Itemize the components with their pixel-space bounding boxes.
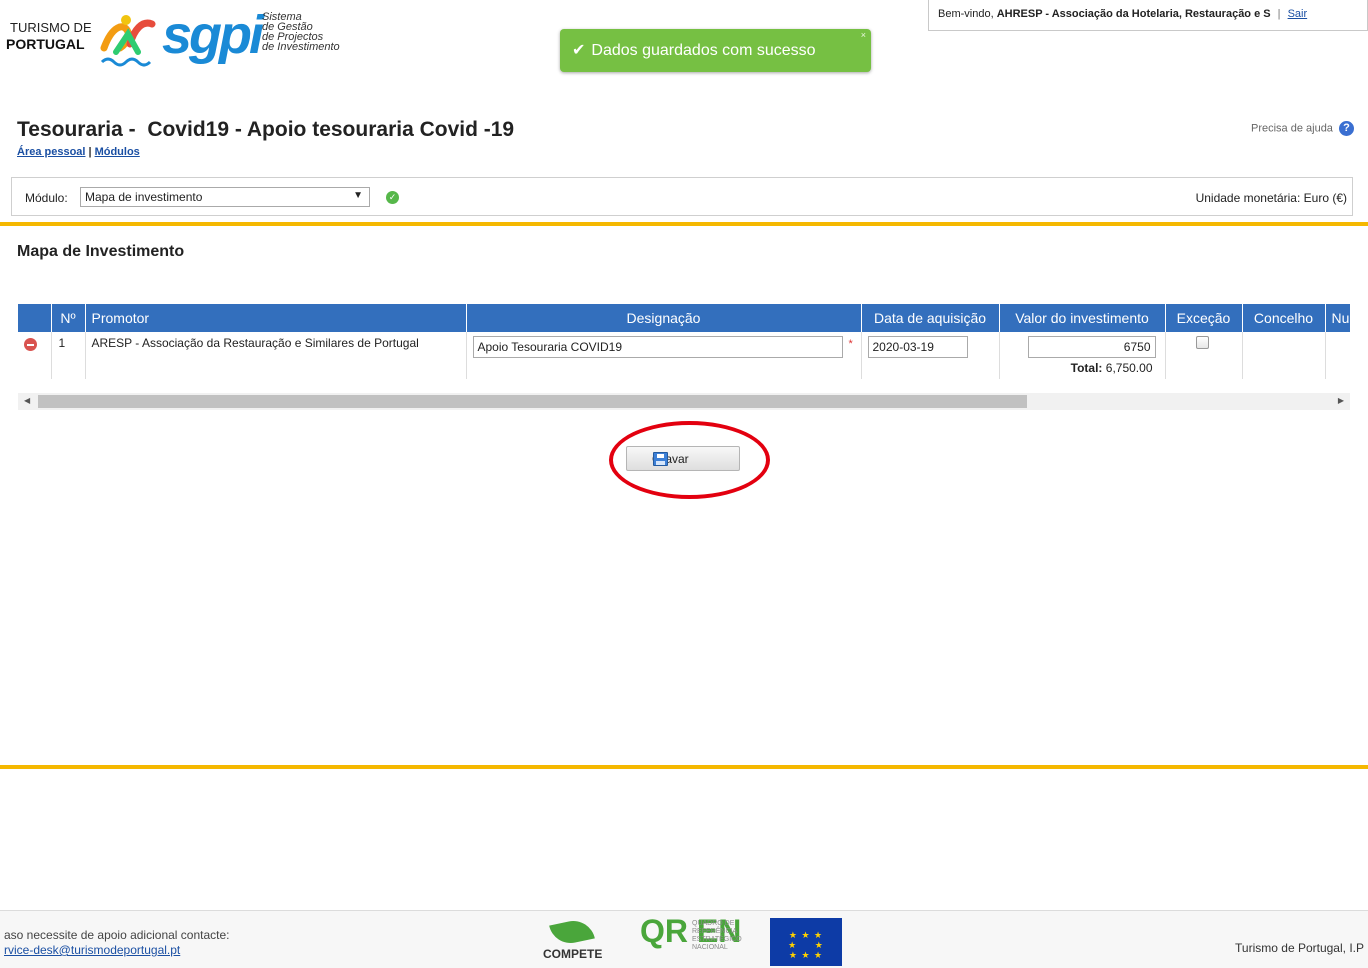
footer: aso necessite de apoio adicional contact…	[0, 910, 1368, 968]
remove-row-icon[interactable]	[24, 338, 37, 351]
sgpi-tagline-4: de Investimento	[262, 41, 340, 53]
sgpi-logo: sgpi	[162, 5, 264, 65]
tp-logo-line1: TURISMO DE	[10, 20, 92, 35]
table-header-nu: Nu	[1325, 304, 1350, 332]
breadcrumb-modulos[interactable]: Módulos	[95, 146, 140, 158]
tp-logo-line2: PORTUGAL	[6, 36, 85, 52]
investment-table: Nº Promotor Designação Data de aquisição…	[18, 304, 1350, 379]
support-info: aso necessite de apoio adicional contact…	[4, 928, 230, 958]
data-aquisicao-input[interactable]: 2020-03-19	[867, 336, 968, 358]
section-divider-top	[0, 222, 1368, 226]
dropdown-arrow-icon: ▼	[353, 190, 363, 201]
user-bar: Bem-vindo, AHRESP - Associação da Hotela…	[928, 0, 1368, 31]
eu-stars: ★ ★ ★ ★ ★ ★ ★ ★	[788, 930, 824, 960]
page-title: Tesouraria - Covid19 - Apoio tesouraria …	[17, 118, 515, 141]
breadcrumb: Área pessoal | Módulos	[17, 146, 140, 158]
sgpi-tagline: Sistema de Gestão de Projectos de Invest…	[262, 12, 340, 53]
horizontal-scrollbar[interactable]: ◀ ▶	[18, 393, 1350, 410]
module-label: Módulo:	[25, 191, 68, 205]
compete-word: COMPETE	[543, 947, 603, 961]
table-header-num: Nº	[51, 304, 86, 332]
row-action-cell	[18, 332, 52, 379]
row-nu	[1325, 332, 1350, 379]
section-divider-bottom	[0, 765, 1368, 769]
module-ok-icon: ✓	[386, 191, 399, 204]
success-toast: ✔ Dados guardados com sucesso ×	[560, 29, 871, 72]
breadcrumb-area-pessoal[interactable]: Área pessoal	[17, 146, 85, 158]
qren-logo: QR EN QUADRO DE REFERÊNCIA ESTRATÉGICO N…	[640, 915, 760, 966]
toast-message: Dados guardados com sucesso	[591, 42, 816, 59]
footer-org: Turismo de Portugal, I.P	[1235, 941, 1364, 955]
highlight-circle	[609, 421, 770, 499]
module-bar: Módulo: Mapa de investimento ▼ ✓ Unidade…	[11, 177, 1353, 216]
total-value: 6,750.00	[1105, 361, 1153, 375]
valor-investimento-input[interactable]: 6750	[1027, 336, 1156, 358]
module-select-value: Mapa de investimento	[85, 190, 203, 204]
row-num: 1	[51, 332, 86, 379]
scrollbar-thumb[interactable]	[38, 395, 1027, 408]
table-header-data: Data de aquisição	[861, 304, 1000, 332]
help-link[interactable]: Precisa de ajuda ?	[1251, 121, 1354, 136]
excecao-checkbox[interactable]	[1195, 336, 1209, 349]
row-valor-cell: 6750 Total: 6,750.00	[999, 332, 1166, 379]
table-header-action	[18, 304, 52, 332]
eu-flag-icon: ★ ★ ★ ★ ★ ★ ★ ★	[770, 918, 842, 966]
compete-logo: COMPETE	[521, 916, 617, 967]
required-marker: *	[848, 338, 853, 350]
module-select[interactable]: Mapa de investimento ▼	[80, 187, 370, 207]
app-logo: TURISMO DE PORTUGAL sgpi Sistema de Gest…	[0, 6, 380, 68]
total-valor: Total: 6,750.00	[1006, 361, 1153, 375]
compete-leaf-icon	[549, 916, 595, 948]
table-header-concelho: Concelho	[1242, 304, 1326, 332]
support-text: aso necessite de apoio adicional contact…	[4, 928, 230, 942]
row-data-cell: 2020-03-19	[861, 332, 1000, 379]
support-email-link[interactable]: rvice-desk@turismodeportugal.pt	[4, 943, 180, 957]
scroll-right-icon[interactable]: ▶	[1338, 396, 1344, 405]
table-header-promotor: Promotor	[85, 304, 467, 332]
total-label: Total:	[1070, 361, 1103, 375]
help-icon[interactable]: ?	[1339, 121, 1354, 136]
welcome-text: Bem-vindo,	[938, 8, 994, 20]
table-header-valor: Valor do investimento	[999, 304, 1166, 332]
section-title: Mapa de Investimento	[17, 243, 185, 260]
row-excecao-cell	[1165, 332, 1243, 379]
turismo-portugal-logo: TURISMO DE PORTUGAL	[6, 20, 92, 52]
user-name: AHRESP - Associação da Hotelaria, Restau…	[996, 8, 1271, 20]
check-icon: ✔	[572, 42, 586, 59]
row-concelho	[1242, 332, 1326, 379]
table-row: 1 ARESP - Associação da Restauração e Si…	[18, 332, 1350, 379]
turismo-portugal-mark-icon	[100, 15, 156, 67]
designacao-input[interactable]: Apoio Tesouraria COVID19	[472, 336, 843, 358]
row-designacao-cell: Apoio Tesouraria COVID19 *	[466, 332, 862, 379]
close-icon[interactable]: ×	[861, 30, 866, 40]
help-text: Precisa de ajuda	[1250, 122, 1333, 135]
currency-unit: Unidade monetária: Euro (€)	[1195, 191, 1347, 205]
breadcrumb-separator: |	[88, 146, 92, 158]
logout-link[interactable]: Sair	[1288, 8, 1308, 20]
row-promotor: ARESP - Associação da Restauração e Simi…	[85, 332, 467, 379]
table-header-designacao: Designação	[466, 304, 862, 332]
table-header-row: Nº Promotor Designação Data de aquisição…	[18, 304, 1350, 332]
scroll-left-icon[interactable]: ◀	[24, 396, 30, 405]
qren-text: QUADRO DE REFERÊNCIA ESTRATÉGICO NACIONA…	[692, 920, 742, 951]
table-header-excecao: Exceção	[1165, 304, 1243, 332]
user-bar-separator: |	[1277, 8, 1281, 20]
